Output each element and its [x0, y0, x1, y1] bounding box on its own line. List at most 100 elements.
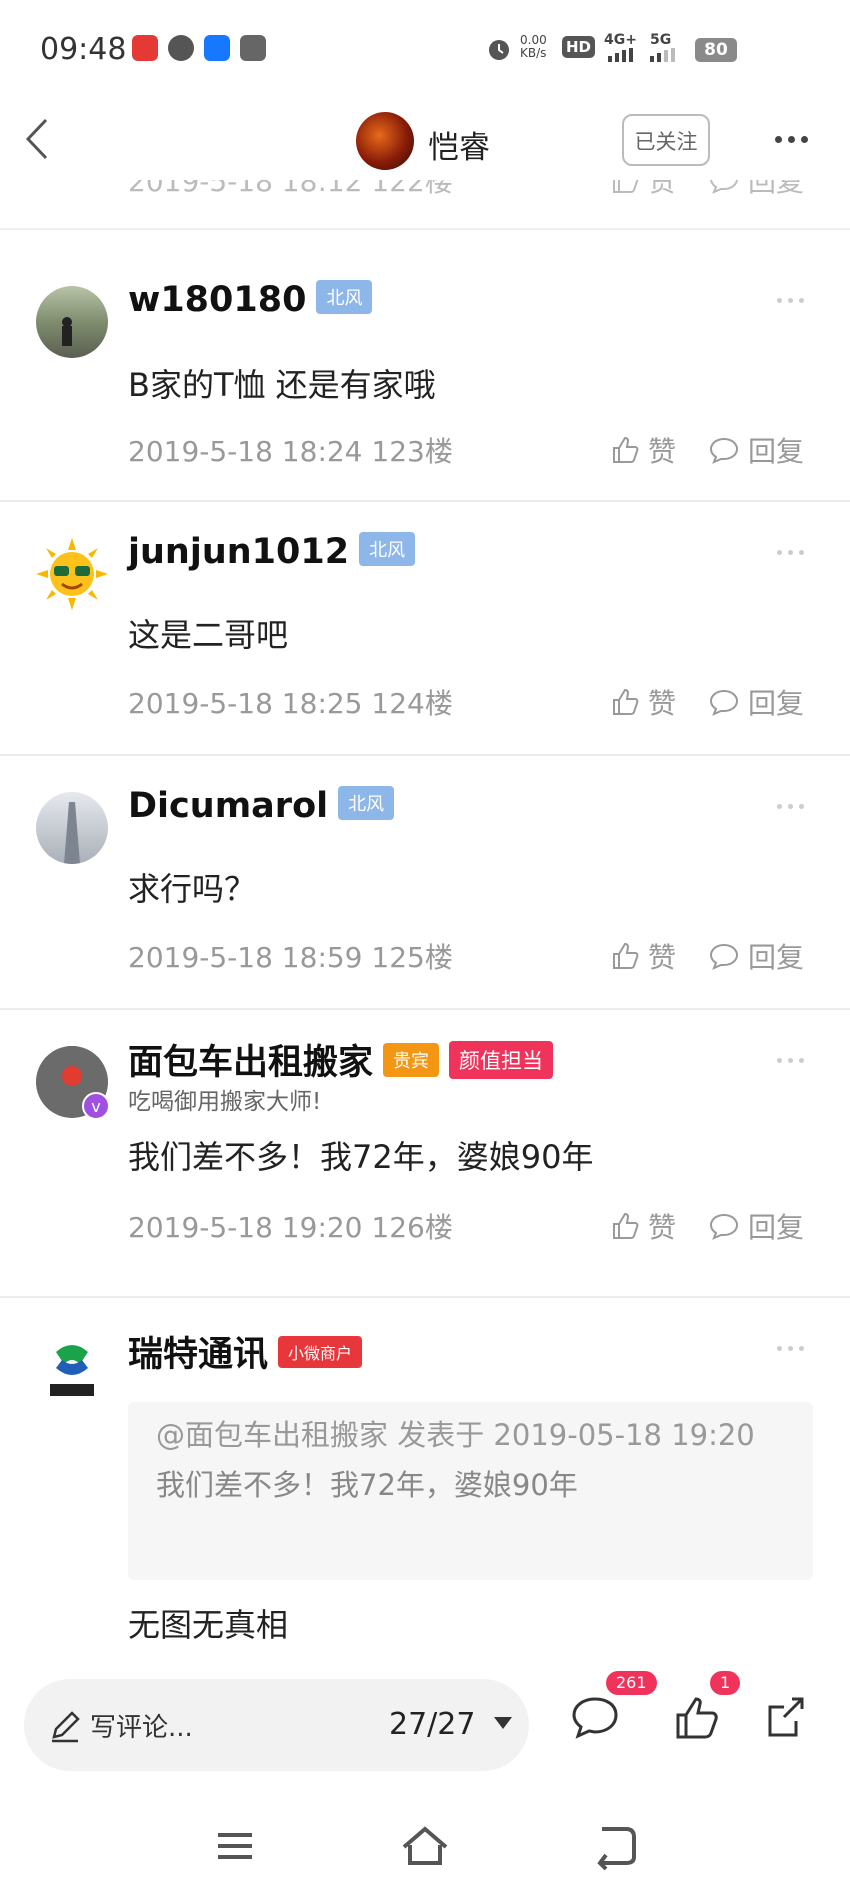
reply-label: 回复	[748, 1211, 805, 1244]
level-badge: 北风	[316, 280, 373, 314]
level-badge: 北风	[338, 786, 395, 820]
bottom-action-bar: 写评论... 27/27 261 1	[0, 1655, 850, 1795]
gallery-notification-icon	[240, 35, 266, 61]
like-button[interactable]: 赞	[610, 936, 676, 976]
yanzhi-badge: 颜值担当	[449, 1041, 554, 1079]
comment-list[interactable]: 2019-5-18 18:12 122楼 赞 回复 w180180 北风 B家的T…	[0, 180, 850, 1655]
comment-more-icon[interactable]	[774, 1340, 810, 1354]
comment-username[interactable]: junjun1012 北风	[128, 532, 416, 572]
comments-button[interactable]: 261	[570, 1671, 657, 1743]
like-button[interactable]: 赞	[610, 1206, 676, 1246]
comment-text: B家的T恤 还是有家哦	[128, 366, 436, 404]
author-avatar[interactable]	[356, 112, 414, 170]
comment-meta: 2019-5-18 18:12 122楼	[128, 180, 453, 198]
back-arrow-icon[interactable]	[18, 114, 58, 164]
user-avatar[interactable]: v	[36, 1046, 110, 1120]
quote-text: 我们差不多！我72年，婆娘90年	[156, 1468, 578, 1502]
username-text: junjun1012	[128, 532, 350, 572]
like-label: 赞	[648, 1211, 677, 1244]
network-4g-indicator: 4G+	[604, 32, 637, 48]
comment-more-icon[interactable]	[774, 1052, 810, 1066]
reply-button[interactable]: 回复	[708, 1206, 804, 1246]
comment-username[interactable]: 面包车出租搬家 贵宾 颜值担当	[128, 1034, 554, 1085]
page-dropdown-icon[interactable]	[494, 1717, 512, 1729]
like-button[interactable]: 赞	[610, 180, 676, 200]
thumbs-up-icon	[613, 180, 639, 193]
hd-indicator: HD	[562, 36, 596, 58]
thumbs-up-icon	[613, 942, 639, 969]
user-avatar[interactable]	[36, 1334, 108, 1406]
quote-header: @面包车出租搬家 发表于 2019-05-18 19:20	[156, 1418, 755, 1452]
home-icon[interactable]	[400, 1821, 450, 1871]
alarm-icon	[489, 40, 509, 60]
comment-username[interactable]: 瑞特通讯 小微商户	[128, 1326, 363, 1377]
comment-more-icon[interactable]	[774, 292, 810, 306]
comment-item: Dicumarol 北风 求行吗？ 2019-5-18 18:59 125楼 赞 …	[0, 756, 850, 1010]
app-notification-icon	[132, 35, 158, 61]
status-bar: 09:48 0.00 KB/s HD 4G+ 5G 80	[0, 0, 850, 100]
reply-label: 回复	[748, 180, 805, 198]
author-name[interactable]: 恺睿	[428, 122, 490, 167]
menu-icon[interactable]	[210, 1821, 260, 1871]
share-button[interactable]	[762, 1693, 812, 1743]
reply-button[interactable]: 回复	[708, 180, 804, 200]
username-text: Dicumarol	[128, 786, 329, 826]
quoted-comment[interactable]: @面包车出租搬家 发表于 2019-05-18 19:20 我们差不多！我72年…	[128, 1402, 813, 1580]
chat-bubble-icon	[709, 689, 739, 716]
user-avatar[interactable]	[36, 792, 108, 864]
comment-meta: 2019-5-18 18:59 125楼	[128, 941, 453, 974]
like-button[interactable]: 赞	[610, 682, 676, 722]
like-count-badge: 1	[710, 1671, 741, 1695]
comment-text: 这是二哥吧	[128, 616, 289, 654]
comment-meta: 2019-5-18 19:20 126楼	[128, 1211, 453, 1244]
thumbs-up-icon	[613, 1212, 639, 1239]
thumbs-up-icon	[613, 688, 639, 715]
signal-5g-icon	[650, 48, 675, 62]
comment-meta: 2019-5-18 18:25 124楼	[128, 687, 453, 720]
like-button[interactable]: 赞	[610, 430, 676, 470]
comment-username[interactable]: Dicumarol 北风	[128, 786, 395, 826]
like-label: 赞	[648, 941, 677, 974]
user-avatar[interactable]	[36, 538, 108, 610]
comment-more-icon[interactable]	[774, 544, 810, 558]
comment-count-badge: 261	[606, 1671, 657, 1695]
username-text: w180180	[128, 280, 307, 320]
comment-username[interactable]: w180180 北风	[128, 280, 373, 320]
system-nav-bar	[0, 1795, 850, 1895]
comment-item: w180180 北风 B家的T恤 还是有家哦 2019-5-18 18:24 12…	[0, 250, 850, 502]
chat-bubble-icon	[710, 180, 738, 194]
like-label: 赞	[648, 687, 677, 720]
reply-button[interactable]: 回复	[708, 936, 804, 976]
chat-bubble-icon	[709, 437, 739, 464]
more-options-icon[interactable]	[772, 128, 816, 152]
comment-meta: 2019-5-18 18:24 123楼	[128, 435, 453, 468]
comment-bubble-icon	[572, 1697, 618, 1739]
like-post-button[interactable]: 1	[672, 1671, 741, 1743]
username-text: 瑞特通讯	[128, 1335, 269, 1375]
pen-icon	[52, 1711, 80, 1743]
verified-v-icon: v	[82, 1092, 110, 1120]
user-avatar[interactable]	[36, 286, 108, 358]
merchant-badge: 小微商户	[278, 1336, 363, 1368]
network-5g-indicator: 5G	[650, 32, 672, 48]
comment-text: 求行吗？	[128, 870, 257, 908]
reply-button[interactable]: 回复	[708, 430, 804, 470]
signal-icon	[608, 48, 633, 62]
page-indicator[interactable]: 27/27	[389, 1707, 475, 1742]
username-text: 面包车出租搬家	[128, 1043, 374, 1083]
reply-button[interactable]: 回复	[708, 682, 804, 722]
comment-more-icon[interactable]	[774, 798, 810, 812]
vip-badge: 贵宾	[383, 1043, 440, 1077]
thumbs-up-icon	[676, 1697, 718, 1739]
post-header: 恺睿 已关注	[0, 100, 850, 180]
ruite-logo-icon	[50, 1345, 94, 1396]
alipay-notification-icon	[204, 35, 230, 61]
comment-input-placeholder: 写评论...	[90, 1713, 193, 1743]
follow-button[interactable]: 已关注	[622, 114, 710, 166]
user-signature: 吃喝御用搬家大师!	[128, 1089, 322, 1115]
comment-text: 我们差不多！我72年，婆娘90年	[128, 1138, 594, 1176]
share-icon	[768, 1697, 804, 1737]
comment-input[interactable]: 写评论... 27/27	[24, 1679, 529, 1771]
comment-item: v 面包车出租搬家 贵宾 颜值担当 吃喝御用搬家大师! 我们差不多！我72年，婆娘9…	[0, 1010, 850, 1298]
back-nav-icon[interactable]	[590, 1821, 640, 1871]
